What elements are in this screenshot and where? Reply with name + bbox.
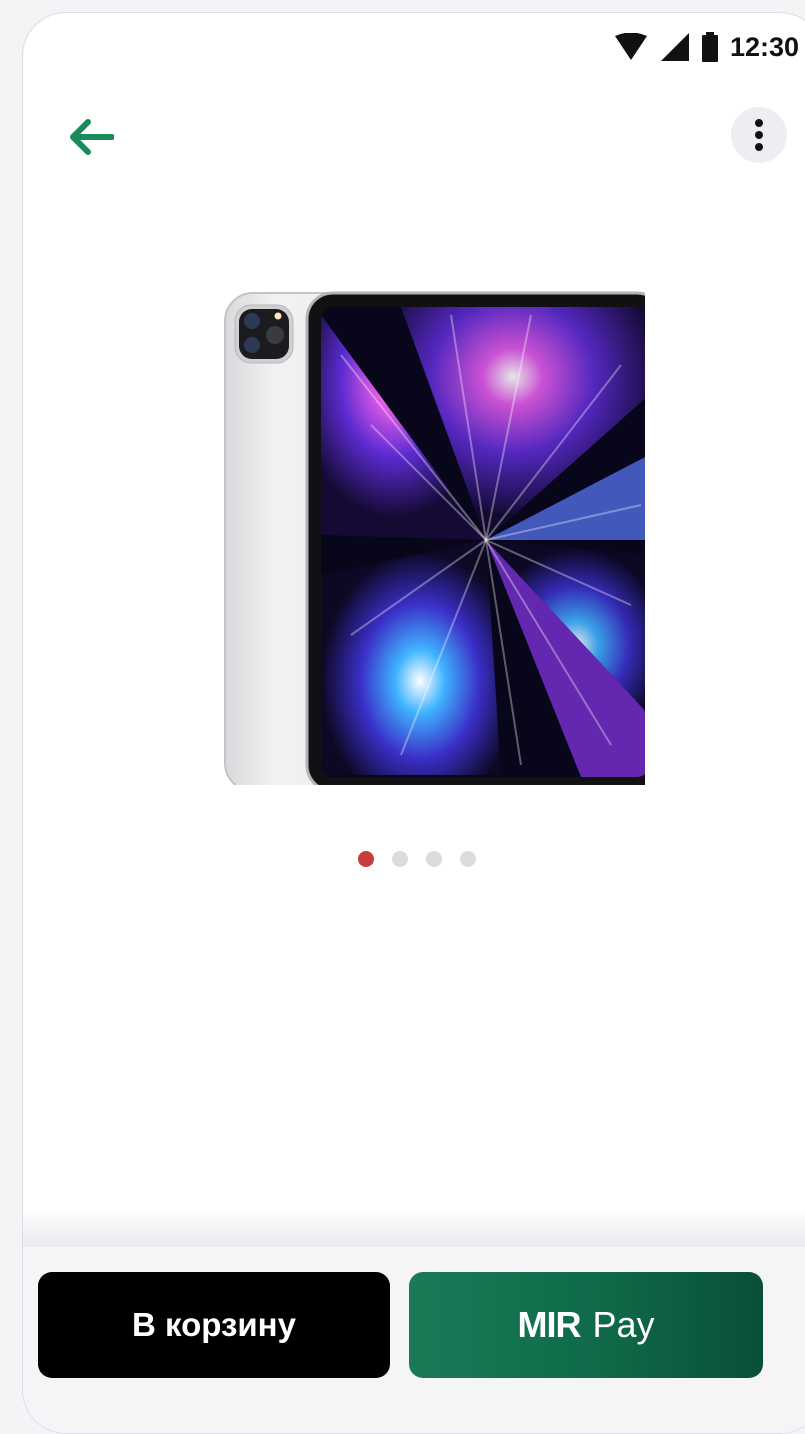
more-options-button[interactable] bbox=[731, 107, 787, 163]
mir-logo: MIR bbox=[517, 1304, 581, 1345]
more-vert-icon bbox=[755, 119, 763, 151]
screen: 12:30 bbox=[22, 12, 805, 1434]
pager-dot[interactable] bbox=[460, 851, 476, 867]
bottom-bar-shadow bbox=[23, 1209, 805, 1247]
battery-icon bbox=[701, 32, 718, 62]
status-time: 12:30 bbox=[729, 31, 799, 62]
pager-dot[interactable] bbox=[392, 851, 408, 867]
back-button[interactable] bbox=[63, 109, 119, 165]
add-to-cart-button[interactable]: В корзину bbox=[38, 1272, 390, 1378]
mir-pay-button[interactable]: MIR Pay bbox=[409, 1272, 763, 1378]
status-bar: 12:30 bbox=[614, 27, 799, 67]
pager-dot[interactable] bbox=[358, 851, 374, 867]
wifi-icon bbox=[614, 33, 647, 60]
product-image[interactable] bbox=[201, 275, 645, 785]
signal-icon bbox=[660, 33, 689, 61]
mir-pay-label: Pay bbox=[592, 1304, 655, 1345]
arrow-left-icon bbox=[70, 119, 114, 155]
add-to-cart-label: В корзину bbox=[132, 1306, 296, 1343]
pager-dot[interactable] bbox=[426, 851, 442, 867]
image-pager bbox=[23, 851, 805, 867]
